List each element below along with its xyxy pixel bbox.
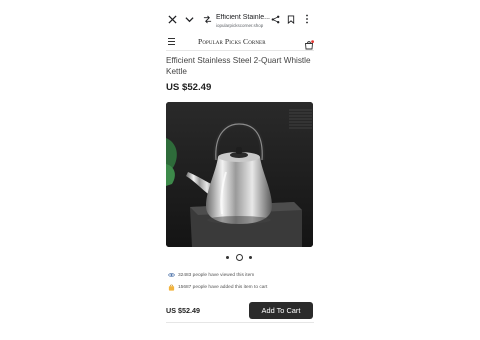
carousel-dot[interactable]: [249, 256, 252, 259]
product-price: US $52.49: [166, 82, 212, 93]
cart-icon[interactable]: [304, 37, 314, 50]
url-text[interactable]: iopularpickscorner.shop: [216, 23, 274, 29]
product-image[interactable]: [166, 102, 313, 247]
carousel-dot[interactable]: [226, 256, 229, 259]
mobile-browser-page: Efficient Stainle... iopularpickscorner.…: [158, 0, 322, 340]
carousel-indicator: [224, 254, 256, 262]
close-icon[interactable]: [165, 12, 179, 26]
views-text: 32483 people have viewed this item: [178, 272, 255, 278]
site-logo[interactable]: Popular Picks Corner: [198, 37, 266, 46]
kettle-illustration: [166, 102, 313, 247]
views-stat: 32483 people have viewed this item: [168, 272, 254, 278]
tune-icon[interactable]: [200, 12, 214, 26]
more-vert-icon[interactable]: [300, 12, 314, 26]
added-stat: 15687 people have added this item to car…: [168, 284, 268, 291]
bottom-price: US $52.49: [166, 306, 200, 315]
site-header: Popular Picks Corner: [158, 34, 322, 50]
cart-badge-icon: [168, 284, 175, 291]
page-title: Efficient Stainle...: [216, 14, 270, 21]
added-text: 15687 people have added this item to car…: [178, 284, 268, 290]
share-icon[interactable]: [268, 12, 282, 26]
browser-toolbar: Efficient Stainle... iopularpickscorner.…: [158, 8, 322, 34]
hamburger-icon[interactable]: [168, 38, 175, 45]
product-title: Efficient Stainless Steel 2-Quart Whistl…: [166, 56, 311, 76]
carousel-dot-active[interactable]: [236, 254, 243, 261]
bottom-divider: [166, 322, 314, 323]
chevron-down-icon[interactable]: [182, 12, 196, 26]
header-divider: [166, 50, 314, 51]
bookmark-icon[interactable]: [284, 12, 298, 26]
eye-icon: [168, 272, 175, 278]
add-to-cart-button[interactable]: Add To Cart: [249, 302, 313, 319]
